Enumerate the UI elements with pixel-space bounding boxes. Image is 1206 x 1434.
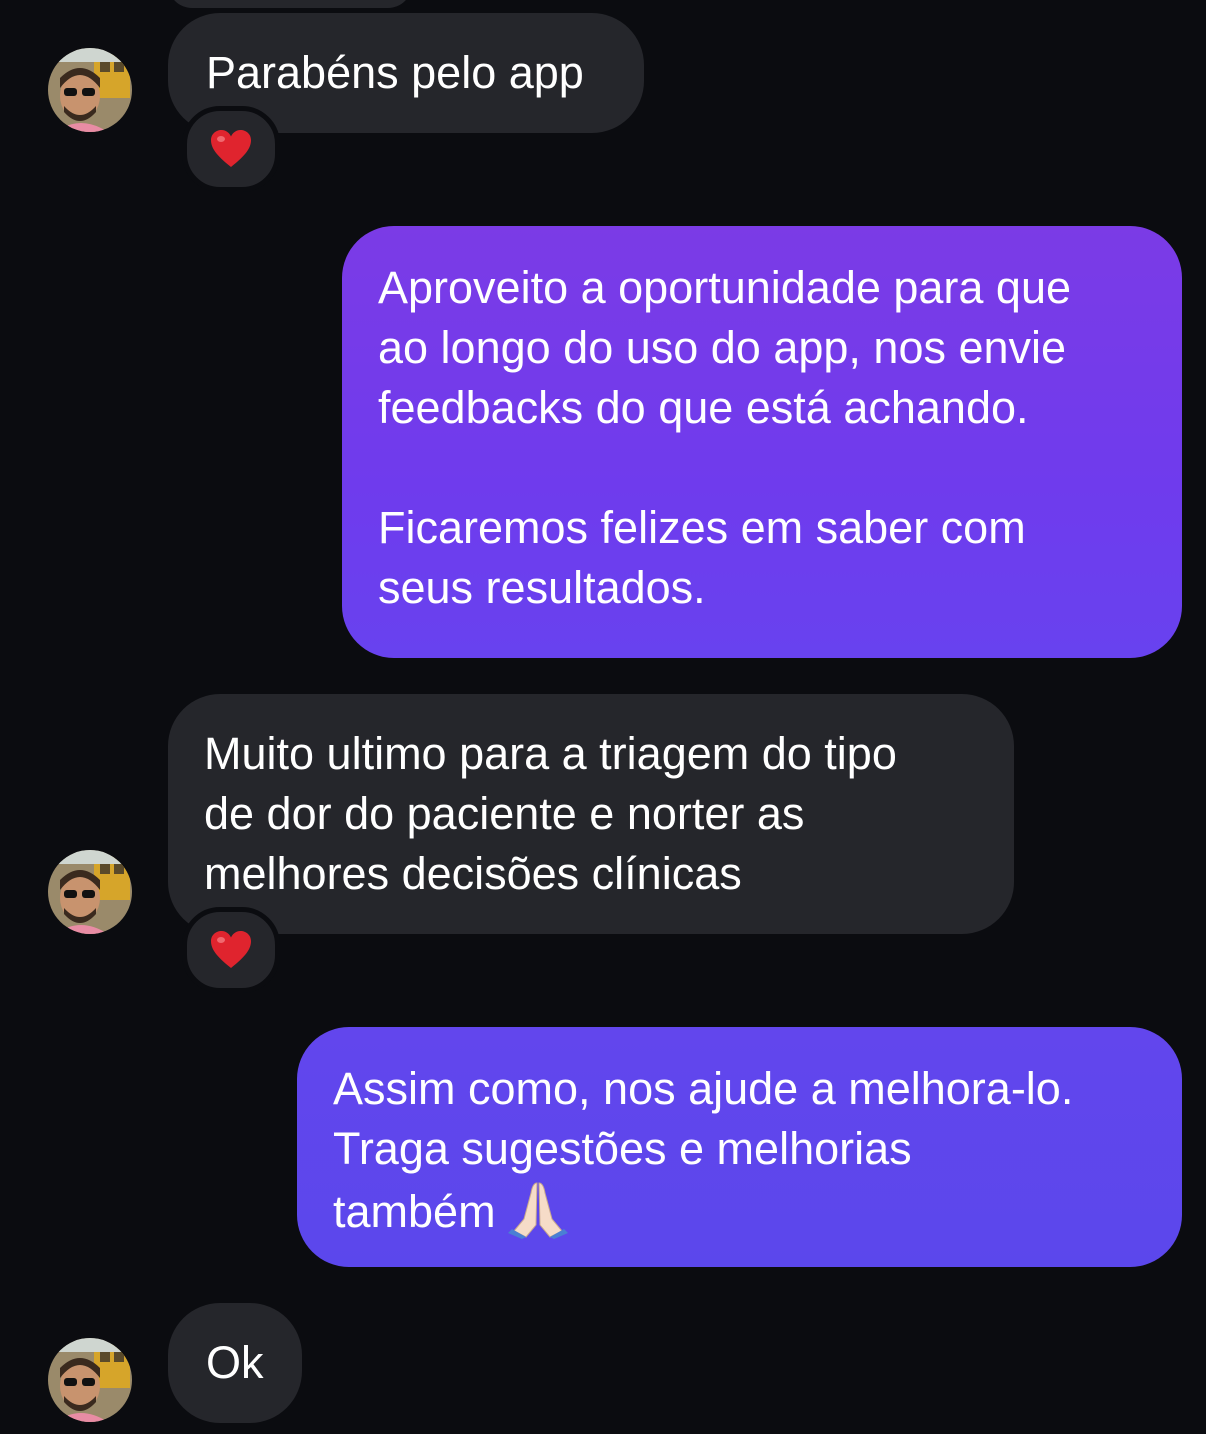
message-text: Aproveito a oportunidade para que xyxy=(378,262,1072,313)
message-text: também xyxy=(333,1186,496,1237)
message-text: Traga sugestões e melhorias xyxy=(333,1123,912,1174)
message-text: seus resultados. xyxy=(378,562,706,613)
heart-reaction[interactable] xyxy=(182,106,280,192)
avatar-photo xyxy=(48,850,132,934)
red-heart-icon xyxy=(211,130,251,167)
previous-message-bubble-edge xyxy=(168,0,412,8)
message-text: de dor do paciente e norter as xyxy=(204,788,805,839)
heart-reaction[interactable] xyxy=(182,907,280,993)
message-text: melhores decisões clínicas xyxy=(204,848,742,899)
message-text: Ficaremos felizes em saber com xyxy=(378,502,1026,553)
message-text: Parabéns pelo app xyxy=(206,47,584,98)
red-heart-icon xyxy=(211,931,251,968)
message-text: feedbacks do que está achando. xyxy=(378,382,1029,433)
incoming-message-bubble[interactable]: Ok xyxy=(168,1303,302,1423)
message-text: Ok xyxy=(206,1337,264,1388)
message-text: Assim como, nos ajude a melhora-lo. xyxy=(333,1063,1074,1114)
contact-avatar[interactable] xyxy=(48,850,132,934)
avatar-photo xyxy=(48,1338,132,1422)
avatar-photo xyxy=(48,48,132,132)
outgoing-message-bubble[interactable]: Assim como, nos ajude a melhora-lo. Trag… xyxy=(297,1027,1182,1267)
message-text-with-emoji: também xyxy=(333,1179,1146,1242)
folded-hands-icon xyxy=(507,1182,568,1239)
message-text: Muito ultimo para a triagem do tipo xyxy=(204,728,897,779)
outgoing-message-bubble[interactable]: Aproveito a oportunidade para que ao lon… xyxy=(342,226,1182,658)
contact-avatar[interactable] xyxy=(48,48,132,132)
incoming-message-bubble[interactable]: Muito ultimo para a triagem do tipo de d… xyxy=(168,694,1014,934)
contact-avatar[interactable] xyxy=(48,1338,132,1422)
message-text: ao longo do uso do app, nos envie xyxy=(378,322,1067,373)
